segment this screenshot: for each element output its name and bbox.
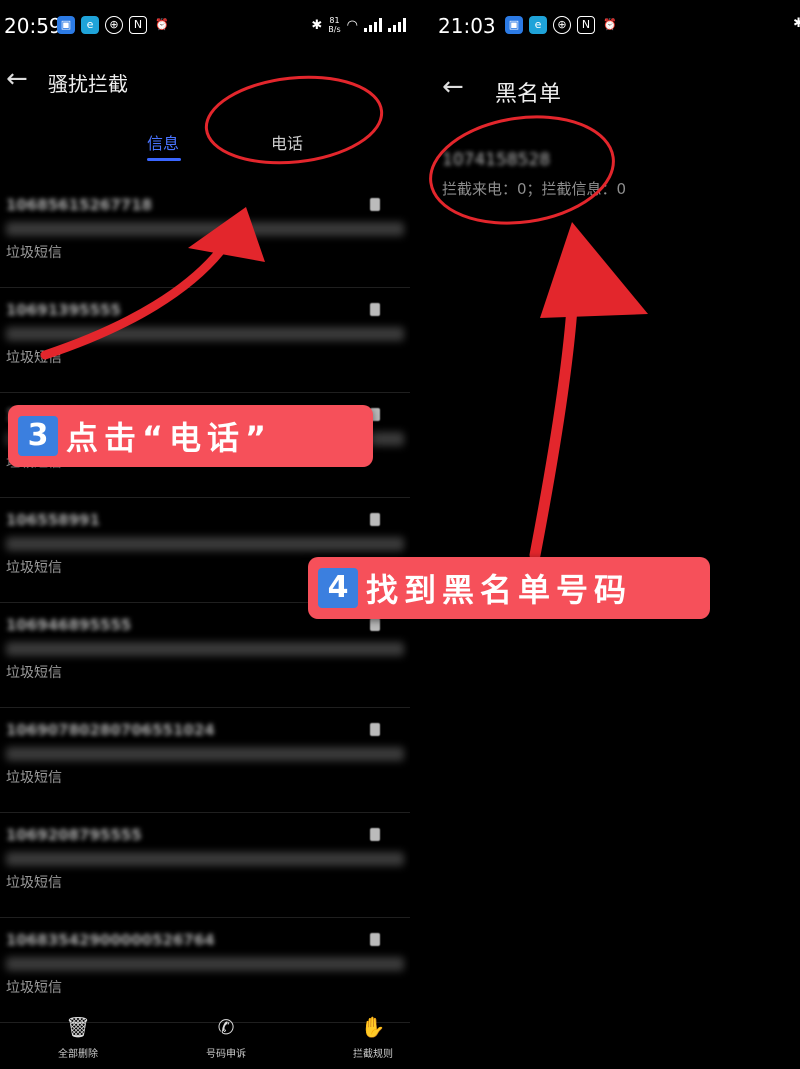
step-3-callout: 3 点击“电话” xyxy=(8,405,373,467)
highlight-ellipse-blacklist-entry xyxy=(429,115,615,225)
callout-text: 点击“电话” xyxy=(66,419,273,457)
highlight-ellipse-calls-tab xyxy=(204,75,384,165)
step-4-callout: 4 找到黑名单号码 xyxy=(308,557,710,619)
step-number-badge: 4 xyxy=(318,568,358,608)
step-number-badge: 3 xyxy=(18,416,58,456)
callout-text: 找到黑名单号码 xyxy=(366,571,633,609)
annotation-overlay xyxy=(40,75,648,561)
arrow-head-icon xyxy=(540,222,648,318)
arrow-head-icon xyxy=(188,207,265,262)
